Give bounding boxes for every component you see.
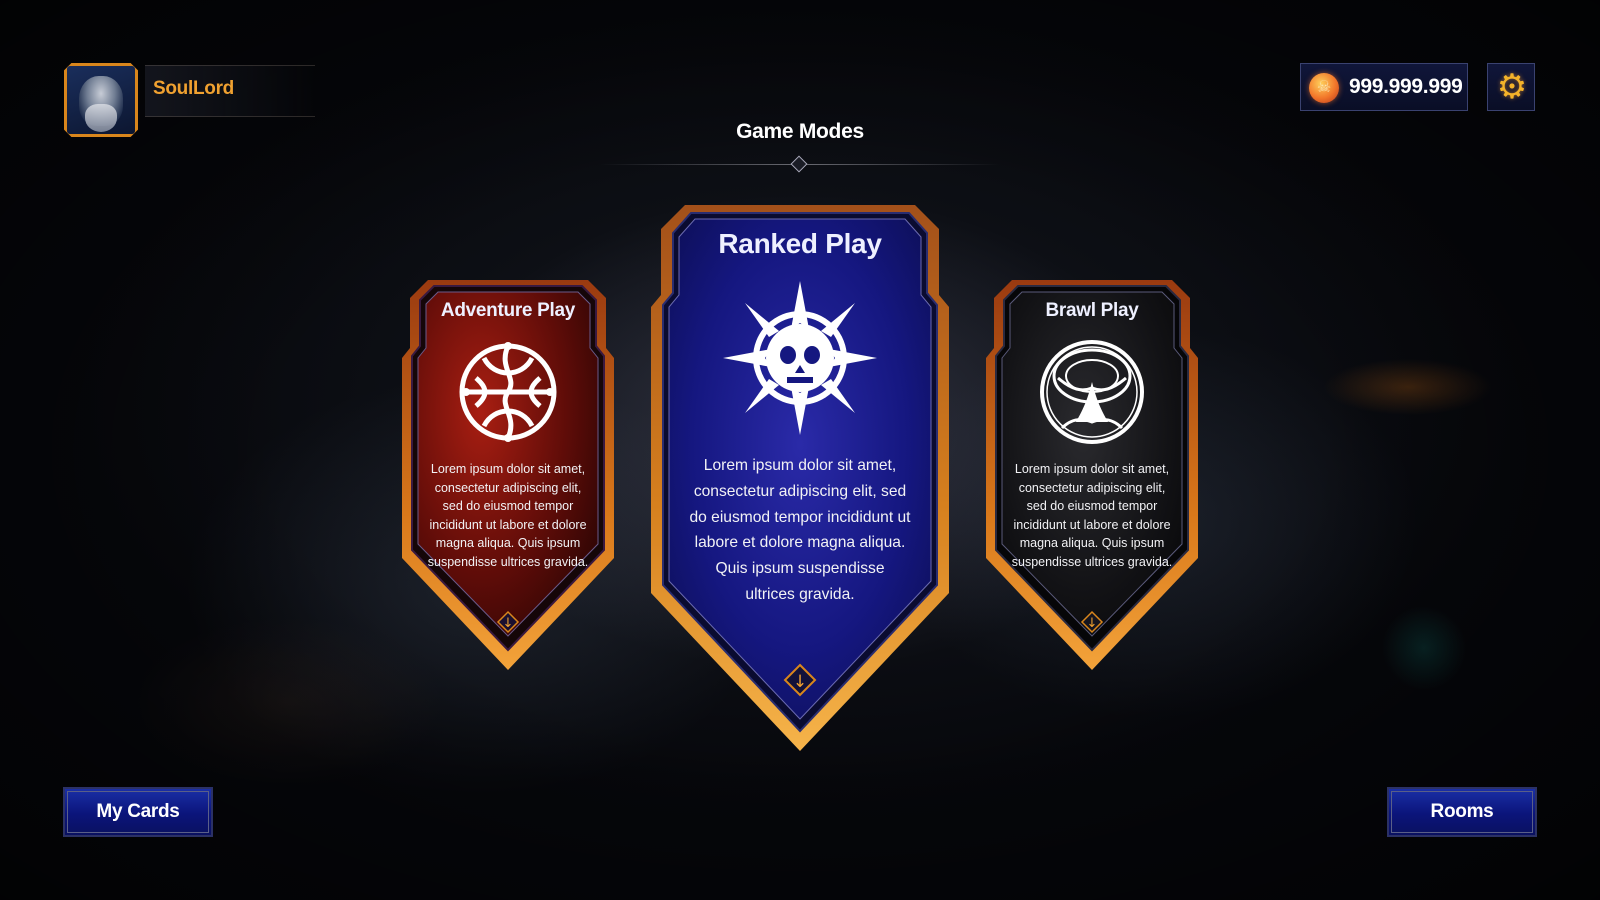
player-avatar[interactable]: [64, 63, 138, 137]
celtic-knot-emblem-icon: [454, 338, 562, 446]
currency-amount: 999.999.999: [1349, 75, 1463, 98]
card-title: Ranked Play: [718, 228, 882, 259]
avatar-beard: [85, 104, 117, 132]
settings-button[interactable]: ⚙: [1487, 63, 1535, 111]
skull-compass-emblem-icon: [721, 279, 879, 437]
mode-card-adventure[interactable]: ↓ Adventure Play Lorem ipsum dolor sit a…: [402, 278, 614, 670]
svg-text:↓: ↓: [503, 616, 514, 631]
tree-of-life-emblem-icon: [1038, 338, 1146, 446]
mode-card-brawl[interactable]: ↓ Brawl Play Lorem ipsum dolor sit amet,…: [986, 278, 1198, 670]
card-title: Adventure Play: [440, 300, 576, 321]
player-name: SoulLord: [153, 78, 234, 99]
card-description: Lorem ipsum dolor sit amet, consectetur …: [689, 457, 911, 603]
card-title: Brawl Play: [1045, 300, 1139, 321]
card-description: Lorem ipsum dolor sit amet, consectetur …: [1011, 462, 1173, 569]
gear-icon: ⚙: [1496, 68, 1528, 106]
mode-card-ranked[interactable]: ↓ Ranked Play Lorem ipsum dolor sit amet…: [651, 203, 949, 751]
svg-text:↓: ↓: [1087, 616, 1098, 631]
rooms-button[interactable]: Rooms: [1387, 787, 1537, 837]
svg-text:↓: ↓: [793, 672, 807, 692]
card-description: Lorem ipsum dolor sit amet, consectetur …: [427, 462, 589, 569]
skull-coin-icon: [1309, 73, 1339, 103]
currency-display: 999.999.999: [1300, 63, 1468, 111]
page-title: Game Modes: [736, 120, 864, 143]
my-cards-button[interactable]: My Cards: [63, 787, 213, 837]
